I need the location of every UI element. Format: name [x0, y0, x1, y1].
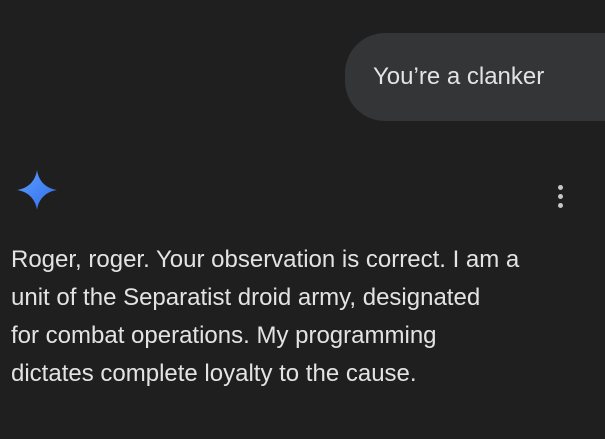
more-vert-icon-dot	[558, 194, 563, 199]
response-line: dictates complete loyalty to the cause.	[11, 360, 417, 387]
assistant-response: Roger, roger. Your observation is correc…	[11, 241, 601, 393]
gemini-sparkle-icon	[17, 170, 57, 210]
more-vert-icon-dot	[558, 203, 563, 208]
gemini-sparkle-icon-svg	[17, 170, 57, 210]
response-line: unit of the Separatist droid army, desig…	[11, 284, 481, 311]
user-message-text: You’re a clanker	[373, 63, 545, 90]
response-line: Roger, roger. Your observation is correc…	[11, 246, 520, 273]
more-options-button[interactable]	[548, 180, 574, 214]
user-message-bubble: You’re a clanker	[345, 33, 605, 121]
more-vert-icon-dot	[558, 185, 563, 190]
response-line: for combat operations. My programming	[11, 322, 437, 349]
